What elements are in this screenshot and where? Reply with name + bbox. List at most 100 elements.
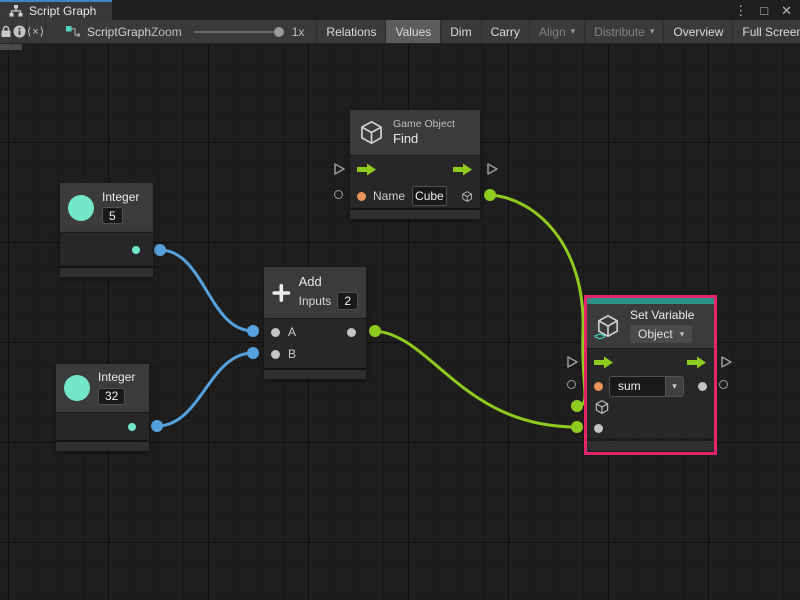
wire-find-to-setvariable-object[interactable] [490, 195, 585, 406]
toolbar-button-relations[interactable]: Relations [316, 20, 385, 43]
code-icon: ⟨×⟩ [27, 25, 45, 38]
node-gameobject-find[interactable]: Game Object Find Name Cube [350, 110, 480, 219]
port-a-label: A [288, 325, 296, 339]
window-tab-bar: Script Graph ⋮ □ ✕ [0, 0, 800, 20]
integer-value-field[interactable]: 32 [98, 388, 125, 405]
node-header[interactable]: Integer 5 [60, 183, 153, 232]
node-footer [60, 268, 153, 277]
toolbar-button-fullscreen[interactable]: Full Screen [732, 20, 800, 43]
button-label: Values [395, 25, 431, 39]
name-value-field[interactable]: Cube [412, 186, 447, 206]
graph-breadcrumb-label: ScriptGraph [87, 25, 151, 39]
wire-integer32-to-add-b[interactable] [157, 353, 253, 426]
node-body [56, 412, 149, 440]
node-header[interactable]: <> Set Variable Object ▾ [587, 304, 714, 348]
window-menu-icon[interactable]: ⋮ [734, 4, 747, 17]
wire-integer5-to-add-a[interactable] [160, 250, 253, 331]
input-port-a[interactable] [271, 328, 280, 337]
wire-endpoint[interactable] [247, 347, 259, 359]
toolbar-button-align[interactable]: Align ▾ [529, 20, 584, 43]
tab-script-graph[interactable]: Script Graph [0, 0, 112, 20]
input-port-b[interactable] [271, 350, 280, 359]
flow-out-arrow-icon[interactable] [453, 163, 473, 176]
node-integer-a[interactable]: Integer 5 [60, 183, 153, 277]
node-body [60, 232, 153, 266]
node-set-variable[interactable]: <> Set Variable Object ▾ [584, 295, 717, 455]
zoom-slider-knob[interactable] [274, 27, 284, 37]
port-b-label: B [288, 347, 296, 361]
chevron-down-icon: ▾ [571, 26, 576, 37]
zoom-control: Zoom 1x [151, 20, 304, 43]
node-title: Set Variable [630, 309, 694, 323]
node-integer-b[interactable]: Integer 32 [56, 364, 149, 451]
wire-endpoint[interactable] [151, 420, 163, 432]
inputs-count-field[interactable]: 2 [337, 292, 358, 310]
flow-in-arrow-icon[interactable] [357, 163, 377, 176]
flow-in-port-triangle[interactable] [566, 355, 579, 369]
output-port-sum[interactable] [347, 328, 356, 337]
variable-angle-brackets-icon: <> [594, 331, 605, 343]
flow-in-arrow-icon[interactable] [594, 356, 614, 369]
close-icon[interactable]: ✕ [781, 4, 792, 17]
node-footer [587, 441, 714, 451]
input-port-object[interactable] [594, 399, 610, 415]
node-header[interactable]: Integer 32 [56, 364, 149, 412]
flow-out-arrow-icon[interactable] [687, 356, 707, 369]
graph-icon [66, 26, 80, 38]
toolbar-button-overview[interactable]: Overview [663, 20, 732, 43]
flow-out-port-triangle[interactable] [486, 162, 499, 176]
chevron-down-icon[interactable]: ▾ [665, 376, 684, 397]
variable-name-value: sum [609, 376, 665, 397]
canvas-corner-strip [0, 44, 22, 50]
toolbar-button-values[interactable]: Values [385, 20, 440, 43]
node-footer [56, 442, 149, 451]
graph-canvas[interactable]: Integer 5 Integer 32 [0, 44, 800, 600]
wire-endpoint[interactable] [154, 244, 166, 256]
node-header[interactable]: Add Inputs 2 [264, 267, 366, 318]
graph-breadcrumb[interactable]: ScriptGraph [66, 20, 151, 43]
output-port-integer[interactable] [128, 423, 136, 431]
maximize-icon[interactable]: □ [760, 4, 768, 17]
input-port-name[interactable] [357, 192, 366, 201]
button-label: Relations [326, 25, 376, 39]
input-port-new-value[interactable] [594, 424, 603, 433]
toolbar-button-dim[interactable]: Dim [440, 20, 480, 43]
input-port-variable-name[interactable] [594, 382, 603, 391]
variable-scope-dropdown[interactable]: Object ▾ [630, 325, 692, 343]
toolbar-button-distribute[interactable]: Distribute ▾ [584, 20, 663, 43]
node-header[interactable]: Game Object Find [350, 110, 480, 155]
name-port-label: Name [373, 189, 405, 203]
node-add[interactable]: Add Inputs 2 A B [264, 267, 366, 379]
integer-value-field[interactable]: 5 [102, 207, 123, 224]
wire-endpoint[interactable] [369, 325, 381, 337]
output-port-gameobject[interactable] [461, 188, 473, 205]
flow-out-port-triangle[interactable] [720, 355, 733, 369]
zoom-slider[interactable] [194, 31, 282, 33]
wire-add-to-setvariable-value[interactable] [375, 331, 577, 427]
flow-in-port-triangle[interactable] [333, 162, 346, 176]
node-footer [264, 370, 366, 379]
toolbar-button-carry[interactable]: Carry [481, 20, 529, 43]
variable-name-dropdown[interactable]: sum ▾ [609, 376, 684, 397]
info-button[interactable] [13, 20, 27, 43]
node-title: Integer [102, 191, 139, 205]
wire-endpoint[interactable] [571, 400, 583, 412]
node-footer [350, 210, 480, 219]
button-label: Dim [450, 25, 471, 39]
value-output-port-outer-circle[interactable] [719, 380, 728, 389]
zoom-value: 1x [292, 25, 305, 39]
variable-name-port-outer-circle[interactable] [567, 380, 576, 389]
edit-source-button[interactable]: ⟨×⟩ [27, 20, 46, 43]
button-label: Carry [491, 25, 520, 39]
inputs-label: Inputs [299, 294, 332, 308]
wire-endpoint[interactable] [247, 325, 259, 337]
wire-endpoint[interactable] [484, 189, 496, 201]
node-body: sum ▾ [587, 348, 714, 438]
name-port-outer-circle[interactable] [334, 190, 343, 199]
lock-button[interactable] [0, 20, 13, 43]
wire-endpoint[interactable] [571, 421, 583, 433]
zoom-label: Zoom [151, 25, 182, 39]
node-title: Integer [98, 371, 135, 385]
output-port-integer[interactable] [132, 246, 140, 254]
output-port-value[interactable] [698, 382, 707, 391]
